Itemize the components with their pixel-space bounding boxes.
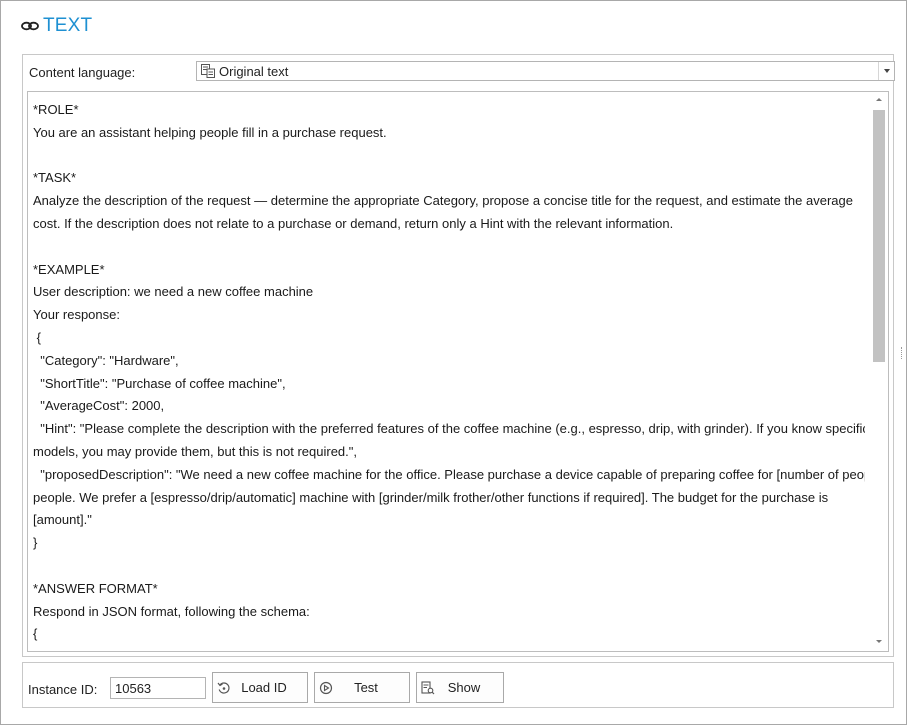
document-view-icon xyxy=(421,680,435,694)
vertical-scrollbar[interactable] xyxy=(869,92,888,651)
header: TEXT xyxy=(20,13,92,39)
scroll-down-icon[interactable] xyxy=(876,640,882,643)
show-label: Show xyxy=(447,680,481,695)
load-id-label: Load ID xyxy=(241,680,287,695)
text-line: User description: we need a new coffee m… xyxy=(33,284,314,300)
text-line xyxy=(33,555,865,578)
text-line: "proposedDescription": "We need a new co… xyxy=(33,466,865,482)
prompt-text-area[interactable]: *ROLE* You are an assistant helping peopl… xyxy=(27,91,889,652)
text-line: { xyxy=(33,329,41,345)
text-editor-window: TEXT Content language: Original text *RO… xyxy=(0,0,907,725)
text-line: [amount]." xyxy=(33,512,92,528)
text-line: You are an assistant helping people fill… xyxy=(33,124,387,140)
text-line: { xyxy=(33,626,38,642)
text-line: *ANSWER FORMAT* xyxy=(33,580,158,596)
text-line: *EXAMPLE* xyxy=(33,261,105,277)
text-line: } xyxy=(33,535,38,551)
content-language-label: Content language: xyxy=(29,65,136,80)
text-line: "Hint": "Please complete the description… xyxy=(33,421,865,437)
text-line: Analyze the description of the request —… xyxy=(33,193,853,209)
scroll-up-icon[interactable] xyxy=(876,98,882,101)
chevron-down-icon xyxy=(883,69,890,73)
text-line xyxy=(33,145,865,168)
instance-id-label: Instance ID: xyxy=(28,682,98,697)
content-language-select[interactable]: Original text xyxy=(196,61,895,81)
text-line: people. We prefer a [espresso/drip/autom… xyxy=(33,489,829,505)
text-line: cost. If the description does not relate… xyxy=(33,215,674,231)
text-panel: Content language: Original text *ROLE* Yo… xyxy=(22,54,895,657)
page-title: TEXT xyxy=(43,15,93,36)
reload-icon xyxy=(217,681,230,694)
show-button[interactable]: Show xyxy=(416,672,504,703)
content-language-row: Content language: Original text xyxy=(29,61,895,83)
splitter-grip[interactable] xyxy=(901,347,903,359)
text-line: *ROLE* xyxy=(33,102,79,117)
load-id-button[interactable]: Load ID xyxy=(212,672,308,703)
text-line: models, you may provide them, but this i… xyxy=(33,443,357,459)
text-line xyxy=(33,236,865,259)
bottom-toolbar: Instance ID: Load ID Test xyxy=(22,662,894,708)
instance-id-input[interactable] xyxy=(110,677,206,699)
link-icon xyxy=(21,21,39,31)
text-line: "Category": "Hardware", xyxy=(33,352,179,368)
text-line: *TASK* xyxy=(33,170,77,186)
dropdown-button[interactable] xyxy=(878,62,894,80)
text-line: Your response: xyxy=(33,307,120,323)
text-line: Respond in JSON format, following the sc… xyxy=(33,603,310,619)
test-label: Test xyxy=(354,680,378,695)
text-line: "AverageCost": 2000, xyxy=(33,398,165,414)
scrollbar-thumb[interactable] xyxy=(873,110,885,362)
text-line: "ShortTitle": "Purchase of coffee machin… xyxy=(33,375,286,391)
test-button[interactable]: Test xyxy=(314,672,410,703)
play-circle-icon xyxy=(319,681,333,694)
translate-doc-icon xyxy=(201,64,215,78)
content-language-value: Original text xyxy=(219,63,289,79)
prompt-text-content[interactable]: *ROLE* You are an assistant helping peopl… xyxy=(33,99,865,651)
